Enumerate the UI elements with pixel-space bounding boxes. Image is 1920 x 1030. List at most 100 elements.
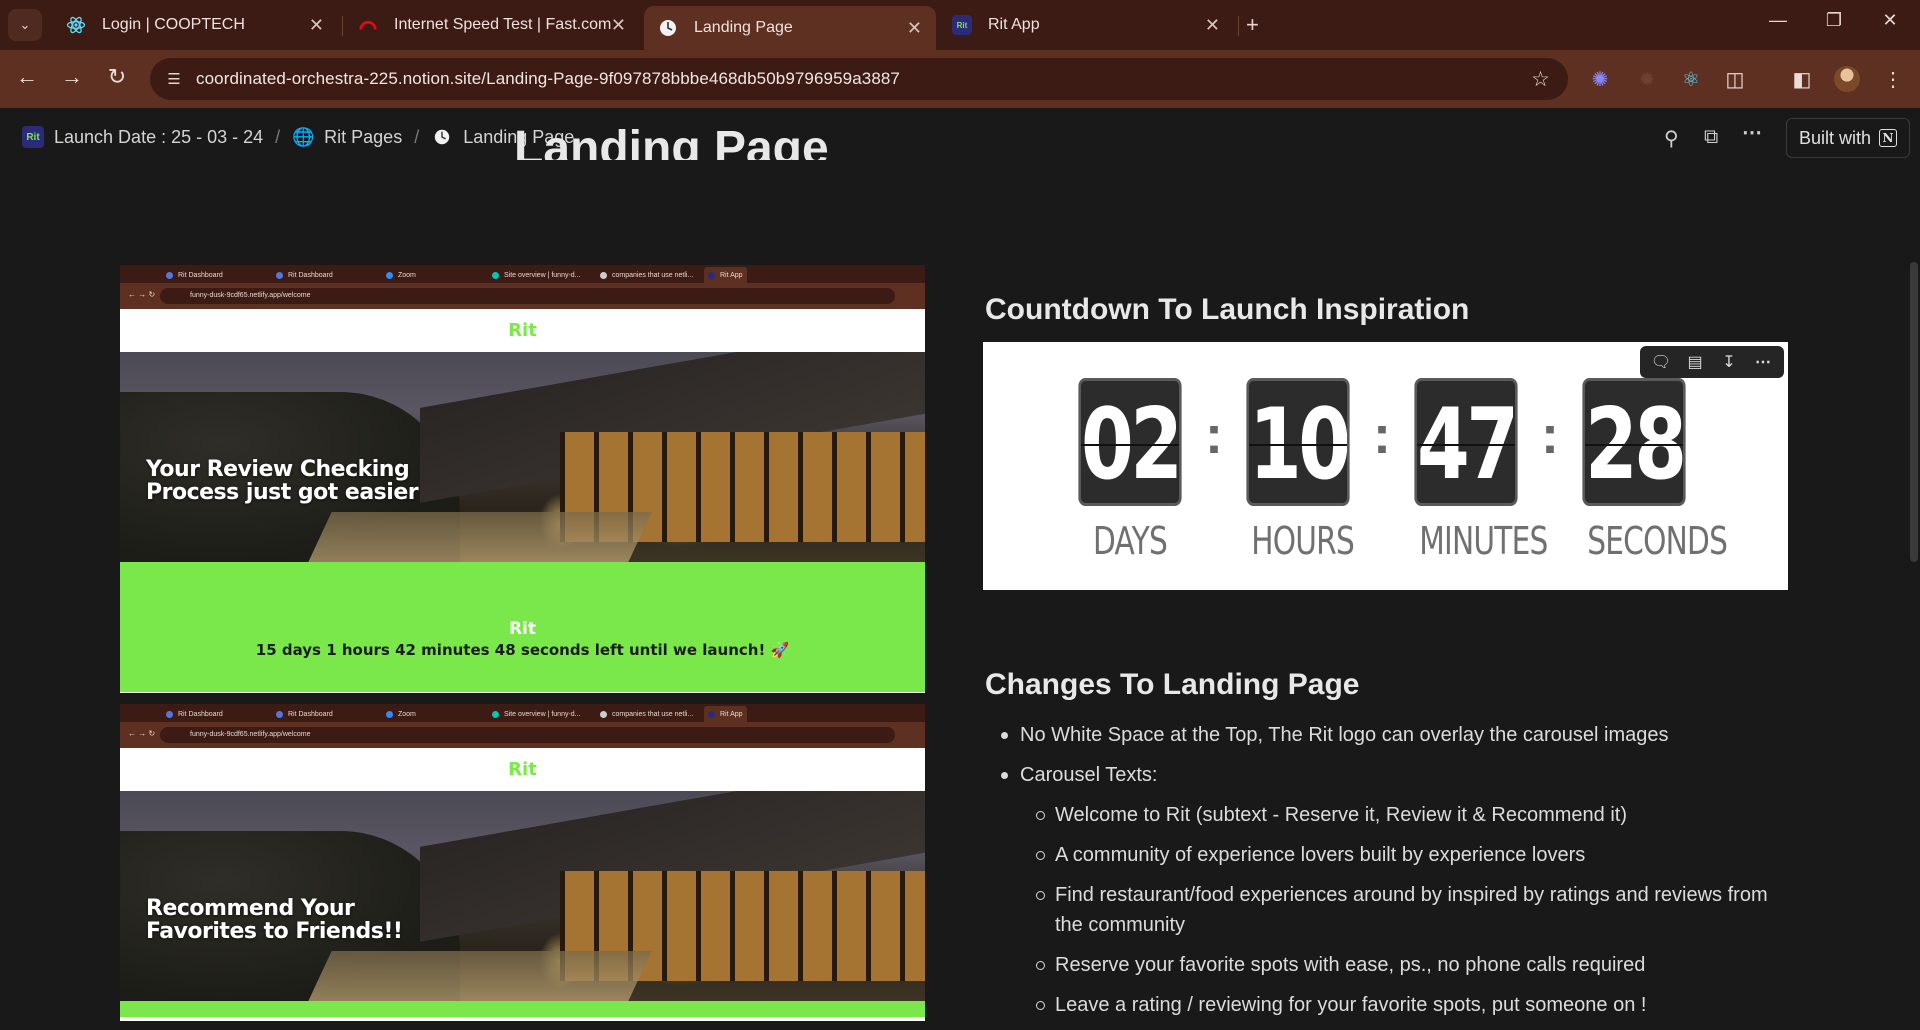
list-item: Carousel Texts: [1001, 760, 1780, 790]
mini-tab-title: Rit Dashboard [288, 710, 333, 718]
mini-url: funny-dusk-9cdf65.netlify.app/welcome [160, 288, 895, 304]
rit-logo: Rit [120, 748, 925, 791]
mini-tab-title: Rit App [720, 271, 743, 279]
reload-button[interactable]: ↻ [102, 64, 132, 90]
url-text: coordinated-orchestra-225.notion.site/La… [196, 69, 900, 88]
countdown-image[interactable]: 02 : 10 : 47 : 28 DAYS HOURS MINUTES SEC… [983, 342, 1788, 590]
notion-logo-icon: N [1879, 129, 1898, 147]
breadcrumb-separator: / [275, 126, 281, 147]
seconds-digits: 28 [1582, 378, 1686, 506]
mini-tab-title: Rit Dashboard [178, 271, 223, 279]
changes-list: No White Space at the Top, The Rit logo … [1001, 720, 1780, 1030]
window-close-icon[interactable]: ✕ [1870, 10, 1910, 31]
mini-tab-bar: Rit Dashboard Rit Dashboard Zoom Site ov… [120, 265, 925, 283]
banner-strip [120, 1001, 925, 1017]
rit-logo-icon: Rit [22, 126, 44, 148]
close-icon[interactable]: ✕ [309, 15, 324, 36]
globe-icon: 🌐 [291, 126, 315, 147]
landing-screenshot-2: Rit Dashboard Rit Dashboard Zoom Site ov… [120, 704, 925, 1021]
tab-separator [1238, 16, 1239, 36]
comment-icon[interactable]: 🗨 [1644, 352, 1678, 372]
search-icon[interactable]: ⚲ [1664, 126, 1679, 151]
mini-tab-title: Site overview | funny-d... [504, 710, 581, 718]
download-icon[interactable]: ↧ [1712, 352, 1746, 372]
browser-tab-bar: ⌄ Login | COOPTECH ✕ Internet Speed Test… [0, 0, 1920, 50]
seconds-label: SECONDS [1587, 519, 1728, 563]
mini-tab-bar: Rit Dashboard Rit Dashboard Zoom Site ov… [120, 704, 925, 722]
days-digits: 02 [1078, 378, 1182, 506]
rit-logo: Rit [120, 309, 925, 352]
side-panel-icon[interactable]: ◧ [1787, 64, 1817, 94]
countdown-banner: Rit 15 days 1 hours 42 minutes 48 second… [120, 562, 925, 692]
close-icon[interactable]: ✕ [907, 18, 922, 39]
breadcrumb-item-launch-date[interactable]: Launch Date : 25 - 03 - 24 [54, 127, 263, 148]
banner-countdown-text: 15 days 1 hours 42 minutes 48 seconds le… [255, 641, 790, 659]
tab-title: Rit App [988, 16, 1040, 33]
minimize-icon[interactable]: — [1758, 10, 1798, 31]
mini-url: funny-dusk-9cdf65.netlify.app/welcome [160, 727, 895, 743]
tab-login-cooptech[interactable]: Login | COOPTECH ✕ [52, 6, 338, 44]
tab-title: Login | COOPTECH [102, 16, 245, 33]
mini-tab-title: companies that use netli... [612, 710, 694, 718]
extensions-puzzle-icon[interactable]: ◫ [1720, 64, 1750, 94]
mini-tab-title: Rit Dashboard [288, 271, 333, 279]
menu-kebab-icon[interactable]: ⋮ [1878, 64, 1908, 94]
close-icon[interactable]: ✕ [1205, 15, 1220, 36]
banner-logo: Rit [508, 619, 537, 639]
hero-text: Your Review Checking Process just got ea… [146, 457, 419, 505]
list-item: Leave a rating / reviewing for your favo… [1036, 990, 1780, 1020]
tab-title: Landing Page [694, 19, 793, 36]
react-icon [66, 15, 86, 35]
site-settings-icon[interactable]: ☰ [162, 70, 186, 88]
more-options-icon[interactable]: ⋯ [1746, 352, 1780, 372]
rit-icon: Rit [952, 15, 972, 35]
colon-separator: : [1373, 405, 1391, 465]
list-item: Welcome to Rit (subtext - Reserve it, Re… [1036, 800, 1780, 830]
tab-search-button[interactable]: ⌄ [8, 9, 42, 41]
tab-fast-com[interactable]: Internet Speed Test | Fast.com ✕ [344, 6, 640, 44]
clock-icon [658, 18, 678, 38]
clock-icon [431, 126, 453, 148]
hero-image: Your Review Checking Process just got ea… [120, 352, 925, 562]
duplicate-icon[interactable]: ⧉ [1704, 126, 1718, 149]
tab-rit-app[interactable]: Rit Rit App ✕ [938, 6, 1234, 44]
colon-separator: : [1205, 405, 1223, 465]
hours-digits: 10 [1246, 378, 1350, 506]
tab-separator [342, 16, 343, 36]
bookmark-star-icon[interactable]: ☆ [1531, 67, 1550, 92]
tab-landing-page[interactable]: Landing Page ✕ [644, 6, 936, 50]
close-icon[interactable]: ✕ [611, 15, 626, 36]
react-devtools-icon[interactable]: ⚛ [1676, 64, 1706, 94]
page-scrollbar[interactable] [1910, 262, 1918, 562]
speedometer-icon [358, 15, 378, 35]
countdown-heading: Countdown To Launch Inspiration [985, 293, 1470, 326]
days-label: DAYS [1092, 519, 1168, 563]
caption-icon[interactable]: ▤ [1678, 352, 1712, 372]
minutes-digits: 47 [1414, 378, 1518, 506]
breadcrumb-separator: / [414, 126, 420, 147]
forward-button[interactable]: → [57, 64, 87, 90]
notion-topbar: Rit Launch Date : 25 - 03 - 24 / 🌐 Rit P… [0, 108, 1920, 168]
extension-gear-icon[interactable]: ✹ [1632, 64, 1662, 94]
colon-separator: : [1541, 405, 1559, 465]
mini-tab-title: Rit Dashboard [178, 710, 223, 718]
built-with-notion-button[interactable]: Built with N [1786, 118, 1911, 158]
profile-avatar[interactable] [1834, 66, 1860, 92]
address-bar[interactable]: ☰ coordinated-orchestra-225.notion.site/… [150, 58, 1568, 100]
list-item: A community of experience lovers built b… [1036, 840, 1780, 870]
hero-image: Recommend Your Favorites to Friends!! [120, 791, 925, 1001]
more-options-icon[interactable]: ⋯ [1742, 120, 1762, 145]
list-item: No White Space at the Top, The Rit logo … [1001, 720, 1780, 750]
breadcrumb-item-rit-pages[interactable]: Rit Pages [324, 127, 402, 148]
back-button[interactable]: ← [12, 64, 42, 90]
hours-label: HOURS [1251, 519, 1355, 563]
mini-toolbar: ← → ↻ funny-dusk-9cdf65.netlify.app/welc… [120, 722, 925, 748]
mini-tab-title: Zoom [398, 710, 416, 718]
list-item: Reserve your favorite spots with ease, p… [1036, 950, 1780, 980]
restore-icon[interactable]: ❐ [1814, 10, 1854, 31]
extension-flower-icon[interactable]: ✺ [1585, 64, 1615, 94]
changes-heading: Changes To Landing Page [985, 668, 1360, 701]
browser-toolbar: ← → ↻ ☰ coordinated-orchestra-225.notion… [0, 50, 1920, 108]
mini-tab-title: Rit App [720, 710, 743, 718]
new-tab-button[interactable]: + [1246, 12, 1259, 38]
